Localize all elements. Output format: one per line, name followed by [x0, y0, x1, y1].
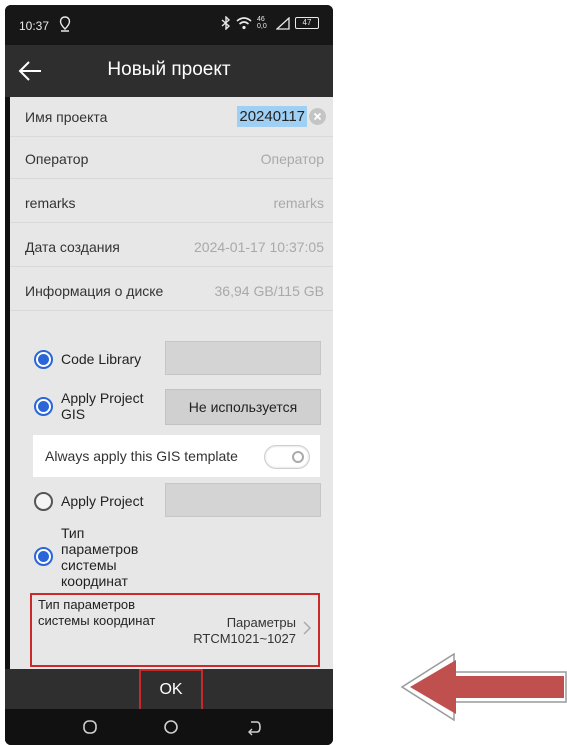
remarks-value[interactable]: remarks — [273, 195, 324, 211]
page-title: Новый проект — [107, 59, 231, 80]
home-icon[interactable] — [162, 718, 180, 736]
coord-system-label: Тип параметров системы координат — [38, 597, 156, 628]
remarks-row[interactable]: remarks remarks — [10, 183, 333, 223]
chevron-right-icon — [303, 621, 312, 635]
code-library-option[interactable]: Code Library — [34, 341, 321, 377]
status-bar: 10:37 46 0,0 47 — [5, 5, 333, 45]
gis-template-toggle[interactable] — [264, 445, 310, 469]
coord-type-option[interactable]: Тип параметров системы координат — [34, 523, 321, 589]
operator-value[interactable]: Оператор — [261, 151, 324, 167]
bottom-action-bar: OK — [5, 669, 333, 711]
code-library-label: Code Library — [61, 351, 142, 367]
apply-project-radio[interactable] — [34, 492, 53, 511]
gis-select-button[interactable]: Не используется — [165, 389, 321, 425]
apply-project-label: Apply Project — [61, 493, 144, 509]
recent-apps-icon[interactable] — [81, 718, 99, 736]
operator-row[interactable]: Оператор Оператор — [10, 139, 333, 179]
project-form: Имя проекта 20240117 Оператор Оператор r… — [10, 97, 333, 669]
location-icon — [59, 16, 71, 32]
project-name-input[interactable]: 20240117 — [237, 106, 307, 127]
status-icons: 46 0,0 47 — [221, 16, 319, 30]
gis-template-label: Always apply this GIS template — [45, 448, 238, 464]
apply-project-gis-label: Apply Project GIS — [61, 390, 144, 422]
app-header: Новый проект — [5, 45, 333, 97]
bluetooth-icon — [221, 16, 231, 30]
gis-template-row: Always apply this GIS template — [33, 435, 320, 477]
status-time: 10:37 — [19, 19, 50, 33]
apply-project-gis-radio[interactable] — [34, 397, 53, 416]
disk-info-label: Информация о диске — [25, 283, 164, 299]
project-name-row: Имя проекта 20240117 — [10, 97, 333, 137]
annotation-arrow-icon — [400, 652, 567, 722]
phone-screen: 10:37 46 0,0 47 Новый проект Имя проекта… — [5, 5, 333, 745]
disk-info-row: Информация о диске 36,94 GB/115 GB — [10, 271, 333, 311]
creation-date-row: Дата создания 2024-01-17 10:37:05 — [10, 227, 333, 267]
battery-icon: 47 — [295, 17, 319, 29]
system-nav-bar — [5, 709, 333, 745]
coord-system-value: Параметры RTCM1021~1027 — [193, 615, 296, 646]
battery-level: 47 — [302, 18, 312, 27]
code-library-radio[interactable] — [34, 350, 53, 369]
creation-date-value: 2024-01-17 10:37:05 — [194, 239, 324, 255]
apply-project-field[interactable] — [165, 483, 321, 517]
project-name-label: Имя проекта — [25, 109, 108, 125]
apply-project-option[interactable]: Apply Project — [34, 483, 321, 519]
disk-info-value: 36,94 GB/115 GB — [214, 283, 324, 299]
remarks-label: remarks — [25, 195, 76, 211]
ok-button[interactable]: OK — [139, 669, 203, 711]
creation-date-label: Дата создания — [25, 239, 120, 255]
signal-icon — [276, 16, 290, 30]
back-nav-icon[interactable] — [245, 718, 263, 736]
operator-label: Оператор — [25, 151, 89, 167]
coord-system-row[interactable]: Тип параметров системы координат Парамет… — [30, 593, 320, 667]
network-speed-label: 46 0,0 — [257, 16, 267, 30]
clear-icon[interactable] — [309, 108, 326, 125]
apply-project-gis-option[interactable]: Apply Project GIS Не используется — [34, 387, 321, 425]
coord-type-option-label: Тип параметров системы координат — [61, 525, 139, 589]
coord-type-radio[interactable] — [34, 547, 53, 566]
wifi-icon — [236, 16, 252, 29]
code-library-field[interactable] — [165, 341, 321, 375]
